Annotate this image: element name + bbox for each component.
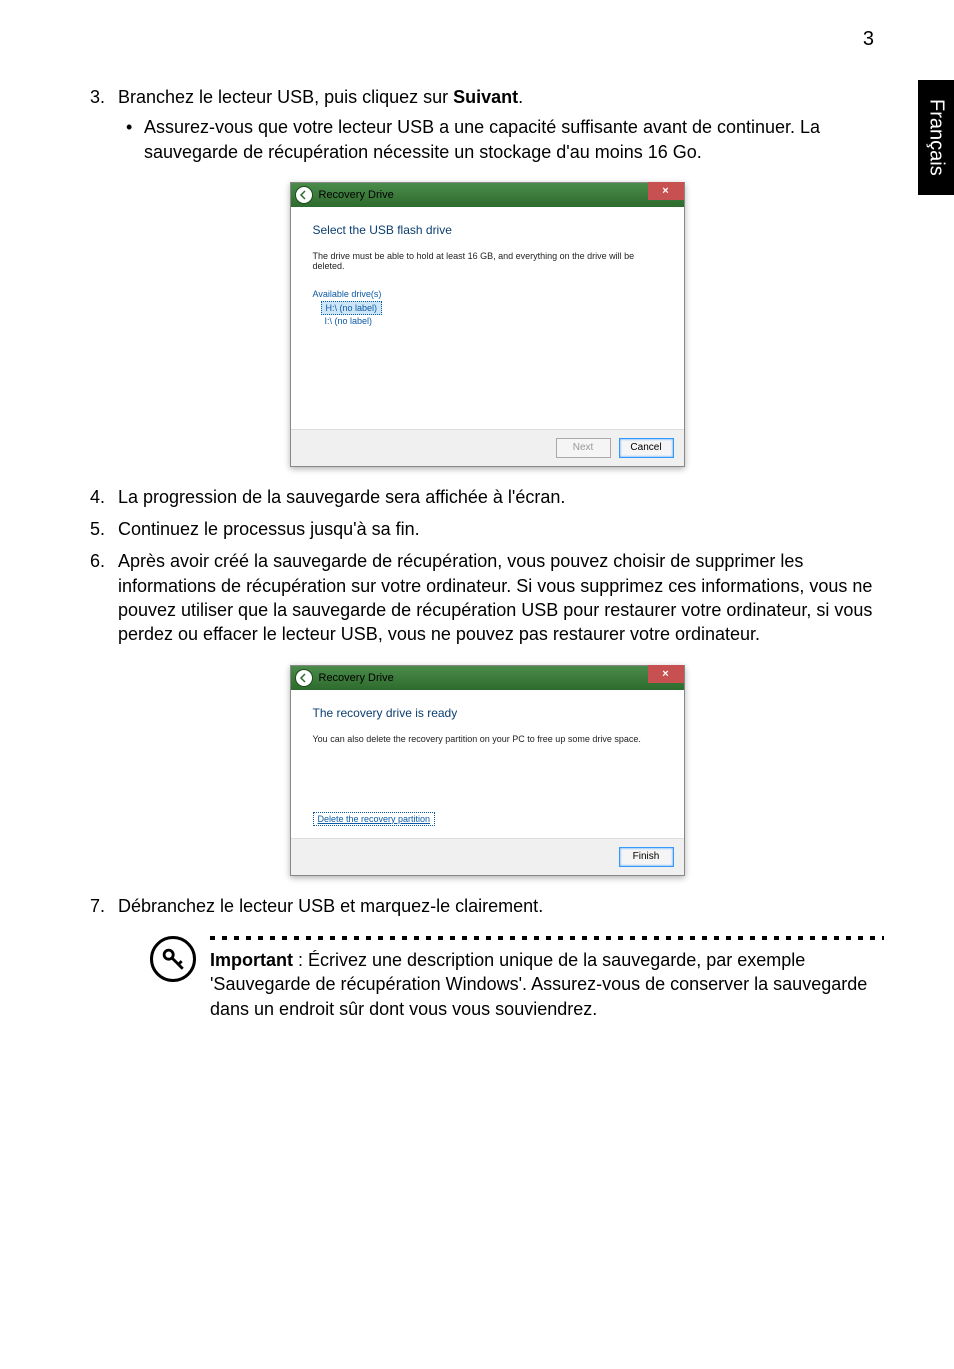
dialog-heading: Select the USB flash drive <box>313 223 662 237</box>
step-bold: Suivant <box>453 87 518 107</box>
dialog-title: Recovery Drive <box>319 189 394 201</box>
step-5: 5. Continuez le processus jusqu'à sa fin… <box>90 517 884 541</box>
back-button[interactable] <box>295 186 313 204</box>
note-bold: Important <box>210 950 293 970</box>
dialog-drive-ready: Recovery Drive × The recovery drive is r… <box>290 665 685 876</box>
dialog-description: You can also delete the recovery partiti… <box>313 734 662 744</box>
step-6: 6. Après avoir créé la sauvegarde de réc… <box>90 549 884 646</box>
step-text-after: . <box>518 87 523 107</box>
dialog-titlebar: Recovery Drive × <box>291 183 684 207</box>
important-note: Important : Écrivez une description uniq… <box>90 936 884 1021</box>
step-text: Continuez le processus jusqu'à sa fin. <box>118 519 420 539</box>
available-drives-label: Available drive(s) <box>313 289 662 299</box>
dialog-footer: Finish <box>291 838 684 875</box>
note-rest: : Écrivez une description unique de la s… <box>210 950 867 1019</box>
step-num: 6. <box>90 549 105 573</box>
arrow-left-icon <box>299 190 309 200</box>
step-4: 4. La progression de la sauvegarde sera … <box>90 485 884 509</box>
dialog-footer: Next Cancel <box>291 429 684 466</box>
key-icon <box>150 936 196 982</box>
step-text: Après avoir créé la sauvegarde de récupé… <box>118 551 872 644</box>
note-text: Important : Écrivez une description uniq… <box>210 948 884 1021</box>
dialog-description: The drive must be able to hold at least … <box>313 251 662 271</box>
delete-partition-link[interactable]: Delete the recovery partition <box>313 812 436 826</box>
dialog-select-usb: Recovery Drive × Select the USB flash dr… <box>290 182 685 467</box>
step-7: 7. Débranchez le lecteur USB et marquez-… <box>90 894 884 918</box>
back-button[interactable] <box>295 669 313 687</box>
dialog-titlebar: Recovery Drive × <box>291 666 684 690</box>
step-text: Branchez le lecteur USB, puis cliquez su… <box>118 87 453 107</box>
step-text: La progression de la sauvegarde sera aff… <box>118 487 565 507</box>
cancel-button[interactable]: Cancel <box>619 438 674 458</box>
step-3-bullet: Assurez-vous que votre lecteur USB a une… <box>118 115 884 164</box>
finish-button[interactable]: Finish <box>619 847 674 867</box>
step-3: 3. Branchez le lecteur USB, puis cliquez… <box>90 85 884 164</box>
language-tab: Français <box>918 80 954 195</box>
close-button[interactable]: × <box>648 182 684 200</box>
step-num: 4. <box>90 485 105 509</box>
step-text: Débranchez le lecteur USB et marquez-le … <box>118 896 543 916</box>
page-number: 3 <box>863 28 874 51</box>
step-num: 3. <box>90 85 105 109</box>
drive-h[interactable]: H:\ (no label) <box>321 301 383 315</box>
dialog-heading: The recovery drive is ready <box>313 706 662 720</box>
dotted-divider <box>210 936 884 940</box>
dialog-title: Recovery Drive <box>319 672 394 684</box>
step-num: 5. <box>90 517 105 541</box>
step-num: 7. <box>90 894 105 918</box>
close-button[interactable]: × <box>648 665 684 683</box>
arrow-left-icon <box>299 673 309 683</box>
drive-i[interactable]: I:\ (no label) <box>321 315 377 327</box>
next-button[interactable]: Next <box>556 438 611 458</box>
